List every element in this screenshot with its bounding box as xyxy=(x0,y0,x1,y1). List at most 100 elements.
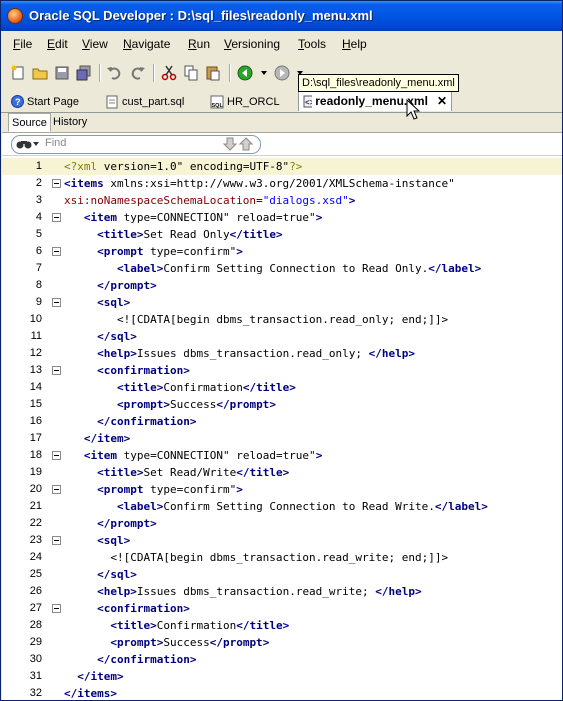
code-line[interactable]: 8 </prompt> xyxy=(2,277,562,294)
code-line[interactable]: 4 <item type=CONNECTION" reload=true"> xyxy=(2,209,562,226)
new-icon[interactable] xyxy=(9,64,27,82)
fold-toggle-icon[interactable] xyxy=(52,485,61,494)
menu-versioning[interactable]: Versioning xyxy=(224,37,280,51)
line-number: 32 xyxy=(29,687,42,699)
tab-hr-orcl[interactable]: SQL HR_ORCL xyxy=(210,92,280,111)
code-line[interactable]: 5 <title>Set Read Only</title> xyxy=(2,226,562,243)
mouse-cursor-icon xyxy=(406,99,420,120)
code-text: <title>Confirmation</title> xyxy=(116,381,296,394)
line-number: 8 xyxy=(35,279,42,291)
tab-cust-part-sql[interactable]: cust_part.sql xyxy=(106,92,184,111)
paste-icon[interactable] xyxy=(204,64,222,82)
code-line[interactable]: 14 <title>Confirmation</title> xyxy=(2,379,562,396)
menu-view[interactable]: View xyxy=(82,37,108,51)
find-input[interactable]: Find xyxy=(11,135,261,154)
open-icon[interactable] xyxy=(31,64,49,82)
code-line[interactable]: 26 <help>Issues dbms_transaction.read_wr… xyxy=(2,583,562,600)
redo-icon[interactable] xyxy=(129,64,147,82)
tab-label: cust_part.sql xyxy=(122,95,185,108)
close-icon[interactable]: ✕ xyxy=(437,94,447,108)
line-number: 17 xyxy=(29,432,42,444)
menu-file[interactable]: File xyxy=(13,37,32,51)
code-line[interactable]: 13 <confirmation> xyxy=(2,362,562,379)
cut-icon[interactable] xyxy=(160,64,178,82)
code-line[interactable]: 32 </items> xyxy=(2,685,562,700)
code-line[interactable]: 11 </sql> xyxy=(2,328,562,345)
arrow-up-icon[interactable] xyxy=(239,137,253,151)
code-line[interactable]: 19 <title>Set Read/Write</title> xyxy=(2,464,562,481)
code-line[interactable]: 22 </prompt> xyxy=(2,515,562,532)
code-line[interactable]: 17 </item> xyxy=(2,430,562,447)
save-icon[interactable] xyxy=(53,64,71,82)
tab-source[interactable]: Source xyxy=(8,113,51,132)
code-line[interactable]: 16 </confirmation> xyxy=(2,413,562,430)
chevron-down-icon[interactable] xyxy=(33,142,39,146)
toolbar-separator xyxy=(153,64,155,82)
code-line[interactable]: 1 <?xml version=1.0" encoding=UTF-8"?> xyxy=(2,158,562,175)
code-line[interactable]: 28 <title>Confirmation</title> xyxy=(2,617,562,634)
tab-readonly-menu-xml[interactable]: <> readonly_menu.xml ✕ xyxy=(298,90,452,111)
line-number: 22 xyxy=(29,517,42,529)
code-line[interactable]: 25 </sql> xyxy=(2,566,562,583)
fold-toggle-icon[interactable] xyxy=(52,366,61,375)
line-number: 14 xyxy=(29,381,42,393)
back-dropdown-icon[interactable] xyxy=(261,71,267,75)
code-text: </item> xyxy=(77,670,124,683)
code-line[interactable]: 6 <prompt type=confirm"> xyxy=(2,243,562,260)
code-line[interactable]: 21 <label>Confirm Setting Connection to … xyxy=(2,498,562,515)
back-icon[interactable] xyxy=(236,64,254,82)
line-number: 3 xyxy=(35,194,42,206)
fold-toggle-icon[interactable] xyxy=(52,451,61,460)
fold-toggle-icon[interactable] xyxy=(52,247,61,256)
code-text: <prompt type=confirm"> xyxy=(97,245,243,258)
code-line[interactable]: 7 <label>Confirm Setting Connection to R… xyxy=(2,260,562,277)
code-line[interactable]: 23 <sql> xyxy=(2,532,562,549)
tab-start-page[interactable]: ? Start Page xyxy=(11,92,79,111)
fold-toggle-icon[interactable] xyxy=(52,604,61,613)
code-line[interactable]: 12 <help>Issues dbms_transaction.read_on… xyxy=(2,345,562,362)
tab-history[interactable]: History xyxy=(50,113,90,132)
menu-navigate[interactable]: Navigate xyxy=(123,37,170,51)
undo-icon[interactable] xyxy=(105,64,123,82)
code-area[interactable]: 1 <?xml version=1.0" encoding=UTF-8"?> 2 <i… xyxy=(2,156,562,700)
code-line[interactable]: 27 <confirmation> xyxy=(2,600,562,617)
code-text: <title>Set Read Only</title> xyxy=(97,228,283,241)
line-number: 12 xyxy=(29,347,42,359)
line-number: 16 xyxy=(29,415,42,427)
fold-toggle-icon[interactable] xyxy=(52,179,61,188)
line-number: 30 xyxy=(29,653,42,665)
save-all-icon[interactable] xyxy=(75,64,93,82)
toolbar-separator xyxy=(229,64,231,82)
code-line[interactable]: 24 <![CDATA[begin dbms_transaction.read_… xyxy=(2,549,562,566)
menu-help[interactable]: Help xyxy=(342,37,367,51)
svg-text:<>: <> xyxy=(305,99,312,108)
code-line[interactable]: 15 <prompt>Success</prompt> xyxy=(2,396,562,413)
code-text: </confirmation> xyxy=(97,415,197,428)
fold-toggle-icon[interactable] xyxy=(52,536,61,545)
code-line[interactable]: 29 <prompt>Success</prompt> xyxy=(2,634,562,651)
code-line[interactable]: 30 </confirmation> xyxy=(2,651,562,668)
fold-toggle-icon[interactable] xyxy=(52,298,61,307)
code-line[interactable]: 3 xsi:noNamespaceSchemaLocation="dialogs.… xyxy=(2,192,562,209)
line-number: 4 xyxy=(35,211,42,223)
line-number: 19 xyxy=(29,466,42,478)
menu-run[interactable]: Run xyxy=(188,37,210,51)
menu-edit[interactable]: Edit xyxy=(47,37,68,51)
forward-icon[interactable] xyxy=(273,64,291,82)
arrow-down-icon[interactable] xyxy=(223,137,237,151)
line-number: 26 xyxy=(29,585,42,597)
code-line[interactable]: 9 <sql> xyxy=(2,294,562,311)
help-icon: ? xyxy=(11,95,24,108)
title-bar[interactable]: Oracle SQL Developer : D:\sql_files\read… xyxy=(1,1,562,31)
code-line[interactable]: 2 <items xmlns:xsi=http://www.w3.org/2001… xyxy=(2,175,562,192)
code-line[interactable]: 10 <![CDATA[begin dbms_transaction.read_… xyxy=(2,311,562,328)
code-line[interactable]: 20 <prompt type=confirm"> xyxy=(2,481,562,498)
code-line[interactable]: 31 </item> xyxy=(2,668,562,685)
line-number: 6 xyxy=(35,245,42,257)
fold-toggle-icon[interactable] xyxy=(52,213,61,222)
sql-file-icon xyxy=(106,95,118,108)
menu-tools[interactable]: Tools xyxy=(298,37,326,51)
code-line[interactable]: 18 <item type=CONNECTION" reload=true"> xyxy=(2,447,562,464)
line-number: 24 xyxy=(29,551,42,563)
copy-icon[interactable] xyxy=(182,64,200,82)
